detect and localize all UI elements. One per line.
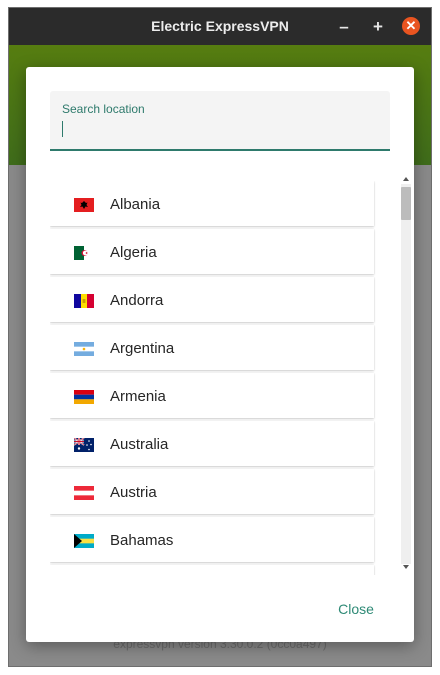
- bahamas-flag-icon: [74, 534, 94, 548]
- location-label: Bahamas: [110, 532, 174, 549]
- austria-flag-icon: [74, 486, 94, 500]
- location-list[interactable]: Albania Algeria Andorra Argentina Armeni…: [50, 181, 376, 575]
- search-label: Search location: [62, 102, 145, 116]
- location-label: Austria: [110, 484, 157, 501]
- location-item-andorra[interactable]: Andorra: [50, 277, 374, 322]
- albania-flag-icon: [74, 198, 94, 212]
- location-item-austria[interactable]: Austria: [50, 469, 374, 514]
- algeria-flag-icon: [74, 246, 94, 260]
- minimize-icon[interactable]: –: [333, 16, 355, 38]
- scroll-up-icon[interactable]: [403, 177, 409, 181]
- location-label: Armenia: [110, 388, 166, 405]
- location-item-armenia[interactable]: Armenia: [50, 373, 374, 418]
- scroll-down-icon[interactable]: [403, 565, 409, 569]
- maximize-icon[interactable]: +: [367, 16, 389, 38]
- location-item-albania[interactable]: Albania: [50, 181, 374, 226]
- close-button[interactable]: Close: [326, 593, 386, 625]
- andorra-flag-icon: [74, 294, 94, 308]
- title-bar[interactable]: Electric ExpressVPN – + ✕: [9, 8, 431, 45]
- location-label: Algeria: [110, 244, 157, 261]
- scrollbar-thumb[interactable]: [401, 187, 411, 220]
- location-item-australia[interactable]: Australia: [50, 421, 374, 466]
- location-label: Albania: [110, 196, 161, 213]
- list-scrollbar[interactable]: [400, 173, 412, 575]
- location-label: Australia: [110, 436, 169, 453]
- search-field[interactable]: Search location: [50, 91, 390, 151]
- location-item-argentina[interactable]: Argentina: [50, 325, 374, 370]
- close-window-icon[interactable]: ✕: [402, 17, 420, 35]
- location-label: Andorra: [110, 292, 164, 309]
- scrollbar-track[interactable]: [401, 184, 411, 564]
- argentina-flag-icon: [74, 342, 94, 356]
- location-item-algeria[interactable]: Algeria: [50, 229, 374, 274]
- location-dialog: Search location Albania Algeria Andorra: [26, 67, 414, 642]
- location-item-bahamas[interactable]: Bahamas: [50, 517, 374, 562]
- armenia-flag-icon: [74, 390, 94, 404]
- location-label: Argentina: [110, 340, 175, 357]
- text-caret: [62, 121, 63, 137]
- australia-flag-icon: [74, 438, 94, 452]
- location-item-partial[interactable]: [50, 565, 374, 575]
- search-input[interactable]: [66, 119, 376, 139]
